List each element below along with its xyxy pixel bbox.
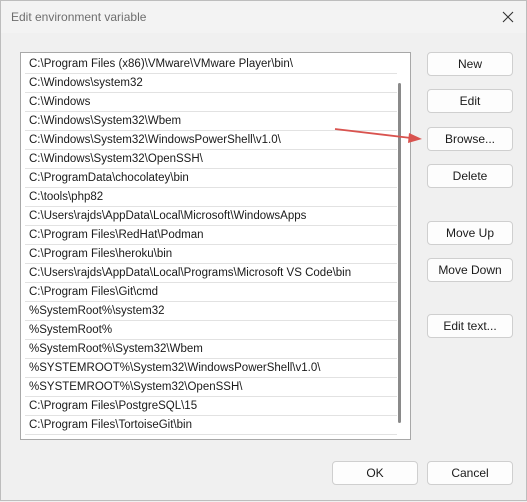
list-item[interactable]: C:\ProgramData\chocolatey\bin	[25, 169, 397, 188]
vertical-scrollbar[interactable]	[398, 83, 401, 423]
list-item[interactable]: C:\Users\rajds\AppData\Local\Programs\Mi…	[25, 264, 397, 283]
list-item[interactable]: %SystemRoot%\system32	[25, 302, 397, 321]
path-list[interactable]: C:\Program Files (x86)\VMware\VMware Pla…	[20, 52, 411, 440]
list-item[interactable]: C:\Program Files (x86)\VMware\VMware Pla…	[25, 55, 397, 74]
edit-text-button[interactable]: Edit text...	[427, 314, 513, 338]
title-bar: Edit environment variable	[1, 1, 526, 33]
new-button[interactable]: New	[427, 52, 513, 76]
list-item[interactable]: %SystemRoot%	[25, 321, 397, 340]
list-item[interactable]: C:\Users\rajds\AppData\Local\Microsoft\W…	[25, 207, 397, 226]
browse-button[interactable]: Browse...	[427, 127, 513, 151]
list-item[interactable]: C:\Windows\System32\OpenSSH\	[25, 150, 397, 169]
list-item[interactable]: C:\tools\php82	[25, 188, 397, 207]
list-item[interactable]: C:\Windows\System32\Wbem	[25, 112, 397, 131]
edit-button[interactable]: Edit	[427, 89, 513, 113]
close-icon	[502, 11, 514, 23]
delete-button[interactable]: Delete	[427, 164, 513, 188]
move-up-button[interactable]: Move Up	[427, 221, 513, 245]
list-item[interactable]: C:\Program Files\heroku\bin	[25, 245, 397, 264]
list-item[interactable]: %SYSTEMROOT%\System32\WindowsPowerShell\…	[25, 359, 397, 378]
list-item[interactable]: C:\Windows	[25, 93, 397, 112]
ok-button[interactable]: OK	[332, 461, 418, 485]
list-item[interactable]: C:\Windows\System32\WindowsPowerShell\v1…	[25, 131, 397, 150]
list-item[interactable]: %SystemRoot%\System32\Wbem	[25, 340, 397, 359]
cancel-button[interactable]: Cancel	[427, 461, 513, 485]
list-item[interactable]: C:\Program Files\TortoiseGit\bin	[25, 416, 397, 435]
list-item[interactable]: C:\Program Files\PostgreSQL\15	[25, 397, 397, 416]
list-item[interactable]: C:\Program Files\RedHat\Podman	[25, 226, 397, 245]
move-down-button[interactable]: Move Down	[427, 258, 513, 282]
list-item[interactable]: C:\Windows\system32	[25, 74, 397, 93]
close-button[interactable]	[490, 1, 526, 33]
list-item[interactable]: C:\Program Files\Git\cmd	[25, 283, 397, 302]
list-item[interactable]: %SYSTEMROOT%\System32\OpenSSH\	[25, 378, 397, 397]
edit-environment-variable-dialog: Edit environment variable C:\Program Fil…	[0, 0, 527, 501]
window-title: Edit environment variable	[11, 10, 147, 24]
